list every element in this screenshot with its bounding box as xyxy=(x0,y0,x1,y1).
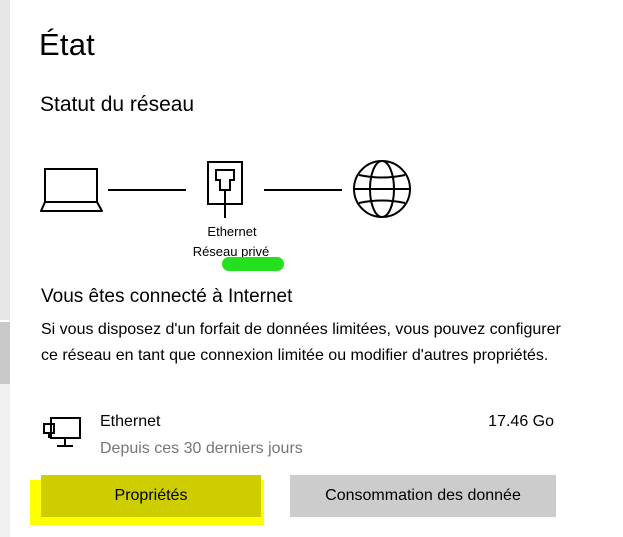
wired-network-icon xyxy=(42,416,82,455)
green-highlight-mark xyxy=(222,257,284,271)
section-title: Statut du réseau xyxy=(40,93,195,116)
properties-button[interactable]: Propriétés xyxy=(41,475,261,517)
connection-status-title: Vous êtes connecté à Internet xyxy=(41,286,293,307)
connection-description: Si vous disposez d'un forfait de données… xyxy=(41,321,561,364)
page-title: État xyxy=(39,27,95,62)
connection-line xyxy=(264,189,342,191)
usage-amount: 17.46 Go xyxy=(488,413,554,430)
usage-period: Depuis ces 30 derniers jours xyxy=(100,440,303,457)
adapter-name: Ethernet xyxy=(207,224,257,239)
settings-page: État Statut du réseau Ethernet Réseau pr… xyxy=(0,0,623,537)
globe-icon xyxy=(351,158,413,220)
usage-adapter-name: Ethernet xyxy=(100,413,161,430)
connection-line xyxy=(108,189,186,191)
ethernet-port-icon xyxy=(206,160,246,220)
laptop-icon xyxy=(40,165,104,213)
data-usage-button[interactable]: Consommation des donnée xyxy=(290,475,556,517)
left-edge-strip xyxy=(0,0,10,537)
data-usage-row[interactable]: Ethernet Depuis ces 30 derniers jours 17… xyxy=(42,410,562,462)
